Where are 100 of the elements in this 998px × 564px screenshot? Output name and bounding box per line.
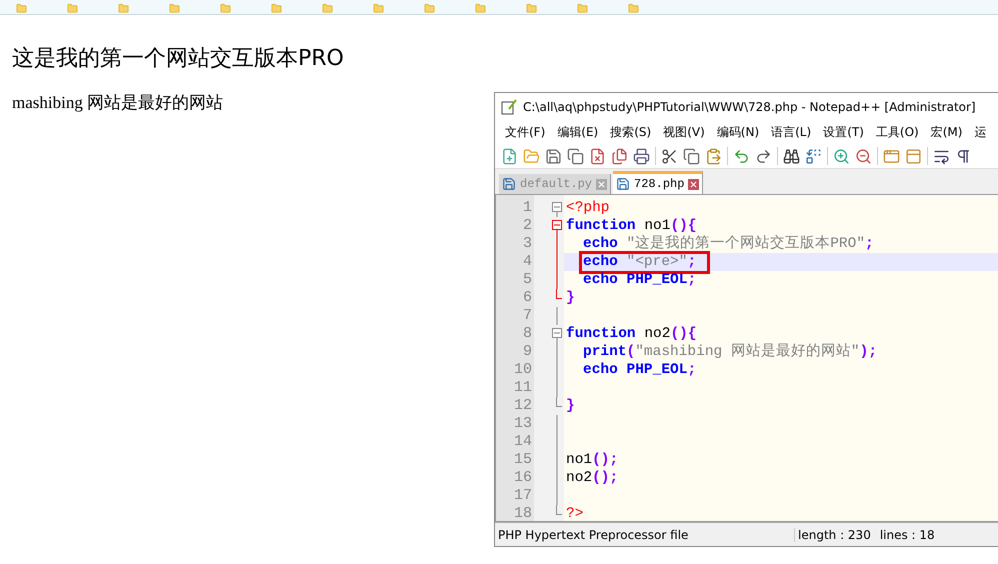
menu-item[interactable]: 语言(L) <box>765 124 818 140</box>
bookmark-folder-icon[interactable] <box>220 3 231 14</box>
code-editor[interactable]: 1 <?php 2 function no1(){ 3 echo "这是我的第一个网站交互版本PRO"; 4 echo "<pre>"; 5 echo PHP_EOL; 6 } 7 8 function no2(){ 9 print("mashibing 网站是最好的网站"); 10 echo PHP_EOL; 11 12 } 13 14 15 no1(); 16 no2(); 17 18 ?> <box>495 194 998 522</box>
code-token: echo <box>583 271 618 289</box>
bookmark-folder-icon[interactable] <box>118 3 129 14</box>
code-token: echo <box>583 361 618 379</box>
bookmark-folder-icon[interactable] <box>271 3 282 14</box>
fold-marker-icon[interactable] <box>552 325 562 343</box>
new-file-icon[interactable] <box>501 148 518 164</box>
redo-icon[interactable] <box>755 148 772 164</box>
close-icon[interactable] <box>596 178 608 190</box>
code-token: function <box>566 217 636 235</box>
close-file-icon[interactable] <box>589 148 606 164</box>
code-token: } <box>566 289 575 307</box>
undo-icon[interactable] <box>733 148 750 164</box>
file-type-label: PHP Hypertext Preprocessor file <box>495 528 795 542</box>
line-number: 13 <box>512 415 533 433</box>
menu-item[interactable]: 运 <box>968 124 992 140</box>
code-token: (){ <box>670 217 697 235</box>
bookmark-folder-icon[interactable] <box>628 3 639 14</box>
fold-marker-icon[interactable] <box>552 217 562 235</box>
code-token: no1 <box>643 217 670 235</box>
close-icon[interactable] <box>688 178 700 190</box>
bookmark-folder-icon[interactable] <box>169 3 180 14</box>
code-token: function <box>566 325 636 343</box>
line-number: 3 <box>522 235 533 253</box>
line-number: 9 <box>522 343 533 361</box>
pilcrow-icon[interactable] <box>955 148 972 164</box>
tab-label: 728.php <box>634 177 684 191</box>
replace-icon[interactable] <box>805 148 822 164</box>
bookmark-folder-icon[interactable] <box>322 3 333 14</box>
bookmark-folder-icon[interactable] <box>373 3 384 14</box>
code-token: ?> <box>566 505 584 521</box>
code-token: echo <box>583 235 618 253</box>
page-paragraph: mashibing 网站是最好的网站 <box>12 92 224 114</box>
code-token: ( <box>626 343 636 361</box>
line-number: 16 <box>512 469 533 487</box>
code-token: ); <box>860 343 878 361</box>
lines-label: lines : 18 <box>878 528 936 542</box>
bookmark-folder-icon[interactable] <box>577 3 588 14</box>
code-token: (){ <box>670 325 697 343</box>
line-number: 5 <box>522 271 533 289</box>
menu-item[interactable]: 工具(O) <box>870 124 925 140</box>
file-icon <box>502 177 516 191</box>
menu-item[interactable]: 编码(N) <box>710 124 766 140</box>
code-token: echo <box>583 253 618 271</box>
menu-item[interactable]: 编辑(E) <box>551 124 604 140</box>
code-token: } <box>566 397 575 415</box>
line-number: 7 <box>522 307 533 325</box>
code-token: no2 <box>566 469 592 487</box>
open-folder-icon[interactable] <box>523 148 540 164</box>
paste-icon[interactable] <box>705 148 722 164</box>
menu-item[interactable]: 文件(F) <box>499 124 552 140</box>
panel-icon[interactable] <box>905 148 922 164</box>
bookmark-folder-icon[interactable] <box>16 3 27 14</box>
code-token: ; <box>687 253 696 271</box>
code-token: "这是我的第一个网站交互版本PRO" <box>626 235 866 253</box>
line-number: 4 <box>522 253 533 271</box>
length-label: length : 230 <box>797 528 872 542</box>
zoom-out-icon[interactable] <box>855 148 872 164</box>
line-number: 10 <box>512 361 533 379</box>
bookmark-folder-icon[interactable] <box>526 3 537 14</box>
code-token: "mashibing 网站是最好的网站" <box>635 343 860 361</box>
line-number: 17 <box>512 487 533 505</box>
bookmark-folder-icon[interactable] <box>475 3 486 14</box>
line-number: 6 <box>522 289 533 307</box>
find-icon[interactable] <box>783 148 800 164</box>
print-icon[interactable] <box>633 148 650 164</box>
line-number: 18 <box>512 505 533 521</box>
bookmark-folder-icon[interactable] <box>67 3 78 14</box>
bookmark-folder-icon[interactable] <box>424 3 435 14</box>
window-title: C:\all\aq\phpstudy\PHPTutorial\WWW\728.php - Notepad++ [Administrator] <box>523 100 976 114</box>
zoom-in-icon[interactable] <box>833 148 850 164</box>
line-number: 1 <box>522 199 533 217</box>
menu-item[interactable]: 宏(M) <box>924 124 968 140</box>
code-token: ; <box>687 271 696 289</box>
menu-item[interactable]: 搜索(S) <box>604 124 658 140</box>
tab-label: default.py <box>520 177 592 191</box>
cut-icon[interactable] <box>661 148 678 164</box>
code-token: <?php <box>566 199 610 217</box>
notepad-icon <box>501 98 517 114</box>
page-heading: 这是我的第一个网站交互版本PRO <box>12 45 344 73</box>
menu-item[interactable]: 设置(T) <box>817 124 870 140</box>
menu-item[interactable]: 视图(V) <box>657 124 711 140</box>
code-token: (); <box>592 451 618 469</box>
line-number: 11 <box>512 379 533 397</box>
save-icon[interactable] <box>545 148 562 164</box>
window-icon[interactable] <box>883 148 900 164</box>
line-number: 2 <box>522 217 533 235</box>
fold-marker-icon[interactable] <box>552 199 562 217</box>
code-token: no2 <box>643 325 670 343</box>
file-icon <box>616 177 630 191</box>
copy-icon[interactable] <box>683 148 700 164</box>
code-token: PHP_EOL <box>626 271 688 289</box>
file-tab[interactable]: 728.php <box>613 171 704 194</box>
code-token: no1 <box>566 451 592 469</box>
line-number: 15 <box>512 451 533 469</box>
code-token: print <box>583 343 627 361</box>
code-token: PHP_EOL <box>626 361 688 379</box>
code-token: ; <box>865 235 874 253</box>
